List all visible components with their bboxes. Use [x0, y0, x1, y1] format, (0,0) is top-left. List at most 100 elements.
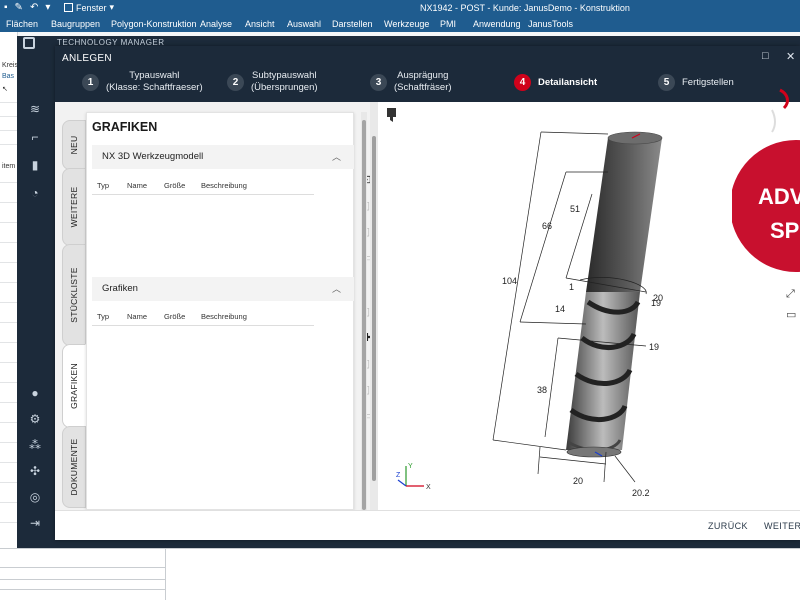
step-1[interactable]: 1 Typauswahl (Klasse: Schaftfraeser)	[82, 70, 203, 96]
menu-item-ansicht[interactable]: Ansicht	[245, 19, 275, 29]
step-1-number: 1	[82, 74, 99, 91]
dialog-body: NEU WEITERE STÜCKLISTE GRAFIKEN DOKUMENT…	[55, 102, 800, 510]
col-name: Name	[127, 312, 148, 321]
holder-icon[interactable]: ▮	[28, 158, 42, 172]
svg-text:Y: Y	[408, 463, 413, 470]
window-menu[interactable]: Fenster ▾	[64, 2, 114, 13]
step-1-label: Typauswahl (Klasse: Schaftfraeser)	[106, 70, 203, 93]
tool-icon[interactable]: ⌐	[28, 130, 42, 144]
section-grafiken[interactable]: Grafiken ︿	[92, 277, 354, 301]
dim-14: 14	[555, 304, 565, 314]
menu-item-anwendung[interactable]: Anwendung	[473, 19, 521, 29]
step-3[interactable]: 3 Ausprägung (Schaftfräser)	[370, 70, 460, 96]
hand-cursor-icon	[390, 116, 393, 122]
strip-label-bas: Bas	[2, 73, 15, 80]
section-title: Grafiken	[102, 283, 138, 294]
screen-icon[interactable]: ▭	[786, 308, 796, 318]
col-name: Name	[127, 181, 148, 190]
advent-badge[interactable]: ADV SP ⤢ ▭	[732, 88, 800, 318]
nx-bottom-panel	[0, 548, 800, 600]
menu-item-analyse[interactable]: Analyse	[200, 19, 232, 29]
step-4[interactable]: 4 Detailansicht	[514, 70, 604, 96]
table-header: Typ Name Größe Beschreibung	[92, 308, 314, 326]
maximize-icon[interactable]: □	[762, 50, 769, 62]
step-3-number: 3	[370, 74, 387, 91]
advent-text-2: SP	[770, 218, 800, 243]
logout-icon[interactable]: ⇥	[28, 516, 42, 530]
fullscreen-icon[interactable]: ⤢	[786, 288, 795, 301]
table-header: Typ Name Größe Beschreibung	[92, 177, 314, 195]
tm-logo-icon	[23, 37, 35, 49]
back-button[interactable]: ZURÜCK	[708, 521, 748, 531]
tab-stueckliste[interactable]: STÜCKLISTE	[62, 244, 86, 346]
chevron-down-icon[interactable]: ▾	[45, 2, 50, 13]
menu-item-baugruppen[interactable]: Baugruppen	[51, 19, 100, 29]
anlegen-dialog: ANLEGEN □ ✕ 1 Typauswahl (Klasse: Schaft…	[55, 46, 800, 540]
chart-icon[interactable]: ◔	[28, 186, 42, 200]
window-icon	[64, 3, 73, 12]
step-3-label: Ausprägung (Schaftfräser)	[394, 70, 452, 93]
help-icon[interactable]: ◎	[28, 490, 42, 504]
dialog-header: ANLEGEN □ ✕ 1 Typauswahl (Klasse: Schaft…	[55, 46, 800, 102]
tool-flutes	[566, 292, 641, 458]
pencil-icon[interactable]: ✎	[15, 2, 23, 13]
section-nx-3d-model[interactable]: NX 3D Werkzeugmodell ︿	[92, 145, 354, 169]
next-button[interactable]: WEITER	[764, 521, 800, 531]
dim-20-2: 20.2	[632, 488, 650, 498]
col-typ: Typ	[97, 181, 110, 190]
close-icon[interactable]: ✕	[786, 50, 795, 63]
col-groesse: Größe	[164, 312, 186, 321]
chevron-down-icon: ▾	[109, 2, 115, 12]
group-icon[interactable]: ✣	[28, 464, 42, 478]
dim-19: 19	[649, 342, 659, 352]
axis-triad: Y X Z	[396, 463, 431, 491]
menu-item-darstellen[interactable]: Darstellen	[332, 19, 373, 29]
tab-grafiken[interactable]: GRAFIKEN	[62, 344, 86, 428]
database-icon[interactable]: ≋	[28, 102, 42, 116]
panel-scrollbar[interactable]	[361, 112, 367, 510]
svg-text:Z: Z	[396, 472, 401, 479]
menu-item-pmi[interactable]: PMI	[440, 19, 456, 29]
save-icon[interactable]: ▪	[4, 2, 8, 13]
dim-38: 38	[537, 385, 547, 395]
tab-neu[interactable]: NEU	[62, 120, 86, 170]
panel-title: GRAFIKEN	[92, 120, 158, 134]
dim-19-top: 19	[651, 298, 661, 308]
col-beschreibung: Beschreibung	[201, 181, 247, 190]
chevron-up-icon[interactable]: ︿	[332, 150, 341, 163]
user-icon[interactable]: ●	[28, 386, 42, 400]
menu-item-polygon[interactable]: Polygon-Konstruktion	[111, 19, 197, 29]
nx-window-title: NX1942 - POST - Kunde: JanusDemo - Konst…	[420, 3, 630, 13]
menu-item-flaechen[interactable]: Flächen	[6, 19, 38, 29]
nx-titlebar: ▪ ✎ ↶ ▾ Fenster ▾ NX1942 - POST - Kunde:…	[0, 0, 800, 16]
quick-access-toolbar: ▪ ✎ ↶ ▾	[4, 2, 50, 13]
menu-item-auswahl[interactable]: Auswahl	[287, 19, 321, 29]
dialog-footer: ZURÜCK WEITER	[55, 510, 800, 540]
tm-sidebar: ≋ ⌐ ▮ ◔ ● ⚙ ⁂ ✣ ◎ ⇥	[17, 50, 53, 548]
step-2-number: 2	[227, 74, 244, 91]
vertical-tabs: NEU WEITERE STÜCKLISTE GRAFIKEN DOKUMENT…	[62, 120, 86, 510]
col-typ: Typ	[97, 312, 110, 321]
menu-item-janustools[interactable]: JanusTools	[528, 19, 573, 29]
users-icon[interactable]: ⁂	[28, 438, 42, 452]
section-title: NX 3D Werkzeugmodell	[102, 151, 204, 162]
step-2-label: Subtypauswahl (Übersprungen)	[251, 70, 318, 93]
cursor-icon: ↖	[2, 86, 8, 93]
grafiken-panel: GRAFIKEN NX 3D Werkzeugmodell ︿ Typ Name…	[86, 112, 372, 510]
dialog-title: ANLEGEN	[62, 53, 112, 64]
nx-left-strip: Kreis Bas ↖ item (N	[0, 32, 25, 592]
step-2[interactable]: 2 Subtypauswahl (Übersprungen)	[227, 70, 318, 96]
chevron-up-icon[interactable]: ︿	[332, 282, 341, 295]
tab-dokumente[interactable]: DOKUMENTE	[62, 426, 86, 508]
dim-104: 104	[502, 276, 517, 286]
dim-66: 66	[542, 221, 552, 231]
tab-weitere[interactable]: WEITERE	[62, 168, 86, 246]
svg-text:X: X	[426, 484, 431, 491]
menu-item-werkzeuge[interactable]: Werkzeuge	[384, 19, 429, 29]
gear-icon[interactable]: ⚙	[28, 412, 42, 426]
undo-icon[interactable]: ↶	[30, 2, 38, 13]
step-5-number: 5	[658, 74, 675, 91]
strip-label-kreis: Kreis	[2, 62, 18, 69]
dim-51: 51	[570, 204, 580, 214]
view-cube-icon	[387, 108, 396, 117]
